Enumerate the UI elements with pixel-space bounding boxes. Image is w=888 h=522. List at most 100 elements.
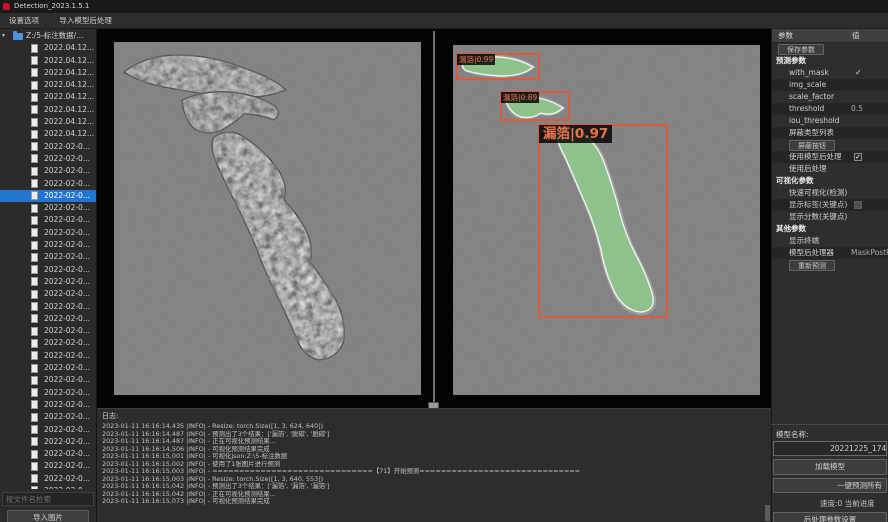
checkmark-icon[interactable]: ✓	[855, 67, 862, 79]
prediction-image-panel[interactable]: 漏箔|0.99 漏箔|0.89 漏箔|0.97	[453, 45, 760, 395]
tree-item-label: 2022-02-0...	[44, 411, 96, 423]
tree-item[interactable]: 2022-02-0...	[0, 141, 97, 153]
file-icon	[31, 290, 38, 299]
tree-item-label: 2022-02-0...	[44, 436, 96, 448]
tree-item[interactable]: 2022-02-0...	[0, 424, 97, 436]
param-row[interactable]: threshold0.5	[772, 103, 888, 115]
param-button[interactable]: 重新预测	[789, 260, 835, 271]
import-images-button[interactable]: 导入图片	[7, 510, 89, 522]
tree-item[interactable]: 2022.04.12...	[0, 104, 97, 116]
tree-item[interactable]: 2022-02-0...	[0, 153, 97, 165]
tree-item[interactable]: 2022.04.12...	[0, 91, 97, 103]
param-row[interactable]: 重新预测	[772, 259, 888, 271]
param-label: 其他参数	[776, 223, 806, 235]
tree-item[interactable]: 2022-02-0...	[0, 251, 97, 263]
original-image-panel[interactable]	[114, 42, 421, 395]
postprocess-settings-button[interactable]: 后处理参数设置	[773, 512, 887, 522]
tree-item[interactable]: 2022-02-0...	[0, 448, 97, 460]
tree-item[interactable]: 2022-02-0...	[0, 411, 97, 423]
file-icon	[31, 44, 38, 53]
tree-item-label: 2022.04.12...	[44, 67, 96, 79]
panel-divider[interactable]	[433, 31, 435, 403]
file-tree-items: 2022.04.12...2022.04.12...2022.04.12...2…	[0, 42, 97, 489]
checkbox-checked[interactable]: ✓	[854, 153, 862, 161]
log-scrollbar[interactable]	[765, 505, 770, 521]
tree-item[interactable]: 2022-02-0...	[0, 165, 97, 177]
tree-item[interactable]: 2022-02-0...	[0, 264, 97, 276]
file-icon	[31, 93, 38, 102]
tree-item-label: 2022-02-0...	[44, 239, 96, 251]
param-row[interactable]: scale_factor	[772, 91, 888, 103]
param-label: 显示标签(关键点)	[789, 199, 847, 211]
tree-item[interactable]: 2022.04.12...	[0, 55, 97, 67]
param-button[interactable]: 屏蔽按钮	[789, 140, 835, 151]
param-row[interactable]: 保存参数	[772, 43, 888, 55]
detection-app-window: Detection_2023.1.5.1 设置选项 导入模型后处理 ▾ Z:/5…	[0, 0, 888, 522]
tree-item[interactable]: 2022-02-0...	[0, 239, 97, 251]
param-button[interactable]: 保存参数	[778, 44, 824, 55]
tree-item[interactable]: 2022-02-0...	[0, 214, 97, 226]
tree-item[interactable]: 2022-02-0...	[0, 350, 97, 362]
tree-root[interactable]: ▾ Z:/5-标注数据/...	[0, 30, 97, 42]
param-row[interactable]: with_mask✓	[772, 67, 888, 79]
tree-item[interactable]: 2022-02-0...	[0, 325, 97, 337]
search-input[interactable]	[2, 492, 94, 506]
tree-item[interactable]: 2022-02-0...	[0, 473, 97, 485]
file-icon	[31, 376, 38, 385]
menu-item-settings[interactable]: 设置选项	[0, 13, 48, 28]
log-area[interactable]: 日志: 2023-01-11 16:16:14,435 |INFO| - Res…	[97, 408, 771, 522]
tree-item[interactable]: 2022-02-0...	[0, 301, 97, 313]
param-row[interactable]: 显示终端	[772, 235, 888, 247]
param-row[interactable]: 屏蔽类型列表	[772, 127, 888, 139]
param-row[interactable]: 使用后处理	[772, 163, 888, 175]
param-row[interactable]: 显示分数(关键点)	[772, 211, 888, 223]
param-row[interactable]: 使用模型后处理✓	[772, 151, 888, 163]
menu-item-import-postprocess[interactable]: 导入模型后处理	[50, 13, 121, 28]
param-row[interactable]: 屏蔽按钮	[772, 139, 888, 151]
load-model-button[interactable]: 加载模型	[773, 459, 887, 475]
file-icon	[31, 253, 38, 262]
param-row[interactable]: iou_threshold	[772, 115, 888, 127]
chevron-down-icon[interactable]: ▾	[2, 30, 5, 42]
param-row[interactable]: 快速可视化(检测)	[772, 187, 888, 199]
tree-item[interactable]: 2022.04.12...	[0, 42, 97, 54]
param-row[interactable]: 模型后处理器MaskPostPro	[772, 247, 888, 259]
file-icon	[31, 81, 38, 90]
tree-item[interactable]: 2022.04.12...	[0, 128, 97, 140]
parameter-rows: 保存参数预测参数with_mask✓img_scalescale_factort…	[772, 43, 888, 271]
tree-item[interactable]: 2022-02-0...	[0, 313, 97, 325]
file-icon	[31, 474, 38, 483]
tree-item-label: 2022.04.12...	[44, 104, 96, 116]
tree-item[interactable]: 2022-02-0...	[0, 227, 97, 239]
param-value[interactable]: 0.5	[851, 103, 863, 115]
tree-item[interactable]: 2022-02-0...	[0, 460, 97, 472]
tree-item[interactable]: 2022.04.12...	[0, 67, 97, 79]
tree-item[interactable]: 2022-02-0...	[0, 374, 97, 386]
tree-item[interactable]: 2022-02-0...	[0, 276, 97, 288]
tree-item[interactable]: 2022.04.12...	[0, 116, 97, 128]
predict-all-button[interactable]: 一键预测所有	[773, 478, 887, 493]
tree-item[interactable]: 2022-02-0...	[0, 399, 97, 411]
param-row[interactable]: img_scale	[772, 79, 888, 91]
tree-item[interactable]: 2022-02-0...	[0, 178, 97, 190]
param-value[interactable]: MaskPostPro	[851, 247, 888, 259]
model-name-field[interactable]: 20221225_174813	[773, 441, 887, 456]
param-row[interactable]: 显示标签(关键点)	[772, 199, 888, 211]
tree-item-label: 2022.04.12...	[44, 116, 96, 128]
tree-item[interactable]: 2022-02-0...	[0, 190, 97, 202]
app-icon	[3, 3, 10, 10]
tree-item-label: 2022-02-0...	[44, 190, 96, 202]
tree-item[interactable]: 2022-02-0...	[0, 288, 97, 300]
tree-item[interactable]: 2022-02-0...	[0, 202, 97, 214]
file-icon	[31, 204, 38, 213]
tree-item[interactable]: 2022-02-0...	[0, 387, 97, 399]
tree-item[interactable]: 2022.04.12...	[0, 79, 97, 91]
divider	[771, 424, 888, 425]
tree-item[interactable]: 2022-02-0	[0, 485, 97, 489]
checkbox-unchecked[interactable]	[854, 201, 862, 209]
tree-item[interactable]: 2022-02-0...	[0, 362, 97, 374]
tree-item-label: 2022-02-0...	[44, 264, 96, 276]
tree-item[interactable]: 2022-02-0...	[0, 337, 97, 349]
tree-item[interactable]: 2022-02-0...	[0, 436, 97, 448]
file-icon	[31, 364, 38, 373]
